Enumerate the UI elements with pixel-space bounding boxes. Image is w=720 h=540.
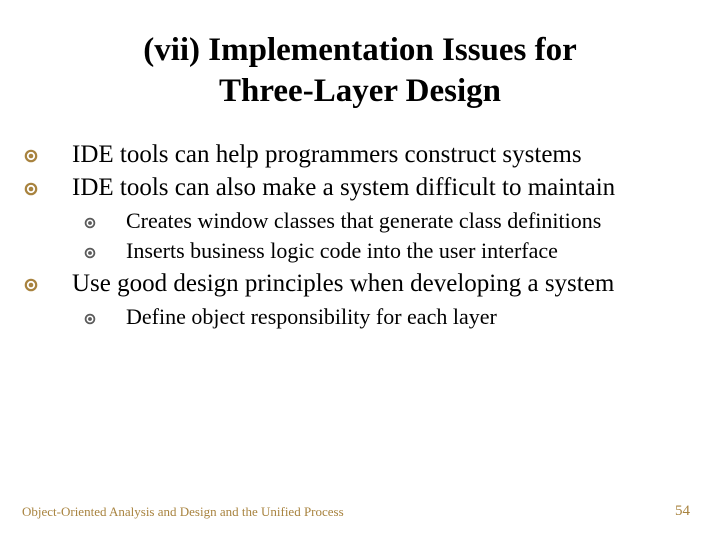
list-item: IDE tools can help programmers construct… [52, 139, 680, 170]
bullet-text: IDE tools can also make a system difficu… [72, 174, 615, 201]
title-line-1: (vii) Implementation Issues for [143, 32, 577, 68]
sub-bullet-list: Define object responsibility for each la… [80, 303, 680, 331]
bullet-text: Inserts business logic code into the use… [126, 238, 558, 263]
slide: (vii) Implementation Issues for Three-La… [0, 0, 720, 540]
bullet-text: Use good design principles when developi… [72, 270, 614, 297]
bullet-text: Define object responsibility for each la… [126, 304, 497, 329]
list-item: Define object responsibility for each la… [108, 303, 680, 331]
circle-dot-icon [52, 268, 72, 299]
bullet-text: Creates window classes that generate cla… [126, 208, 601, 233]
list-item: Use good design principles when developi… [52, 268, 680, 331]
bullet-list: IDE tools can help programmers construct… [52, 139, 680, 331]
circle-dot-icon [52, 139, 72, 170]
circle-dot-icon [108, 303, 126, 331]
sub-bullet-list: Creates window classes that generate cla… [80, 207, 680, 264]
list-item: IDE tools can also make a system difficu… [52, 172, 680, 264]
title-line-2: Three-Layer Design [219, 73, 501, 109]
slide-title: (vii) Implementation Issues for Three-La… [0, 0, 720, 121]
list-item: Creates window classes that generate cla… [108, 207, 680, 235]
circle-dot-icon [108, 207, 126, 235]
footer-text: Object-Oriented Analysis and Design and … [22, 504, 344, 520]
slide-body: IDE tools can help programmers construct… [0, 121, 720, 331]
list-item: Inserts business logic code into the use… [108, 237, 680, 265]
page-number: 54 [675, 503, 690, 520]
bullet-text: IDE tools can help programmers construct… [72, 141, 582, 168]
circle-dot-icon [52, 172, 72, 203]
circle-dot-icon [108, 237, 126, 265]
